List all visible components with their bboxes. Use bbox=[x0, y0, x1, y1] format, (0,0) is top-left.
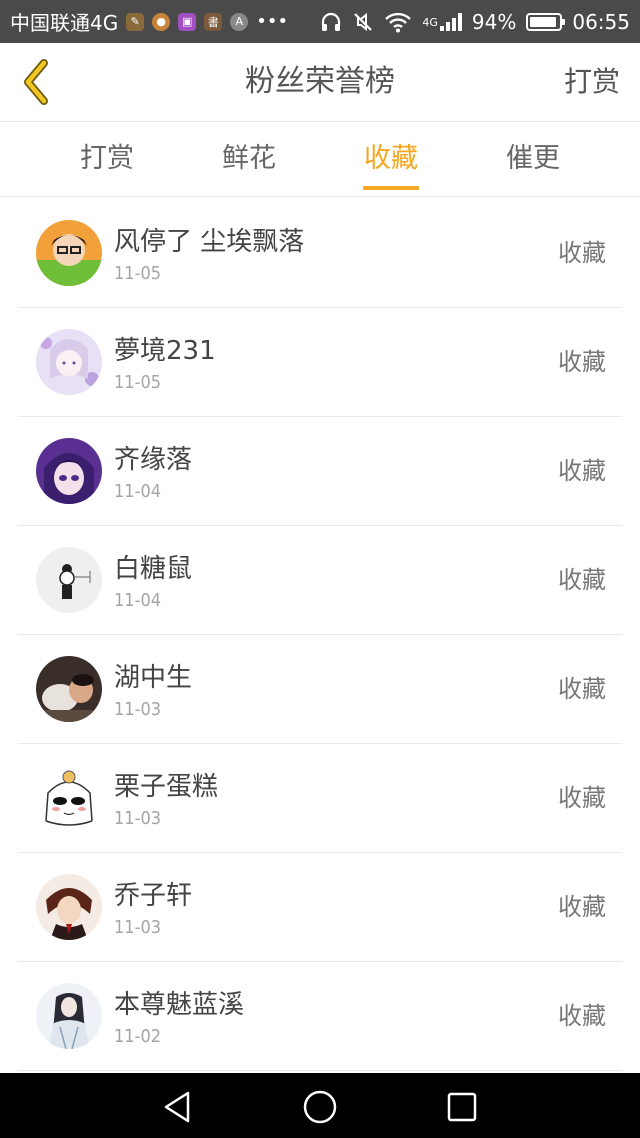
fan-action: 收藏 bbox=[558, 566, 606, 594]
list-item[interactable]: 风停了 尘埃飘落 11-05 收藏 bbox=[18, 199, 622, 308]
reward-button[interactable]: 打赏 bbox=[564, 43, 620, 121]
clock-label: 06:55 bbox=[572, 9, 630, 34]
wifi-icon bbox=[385, 12, 412, 32]
nav-home-button[interactable] bbox=[300, 1087, 340, 1127]
battery-icon bbox=[526, 12, 566, 31]
avatar bbox=[36, 765, 102, 831]
fan-action: 收藏 bbox=[558, 348, 606, 376]
notification-icon: ✎ bbox=[126, 12, 145, 31]
circle-home-icon bbox=[303, 1090, 337, 1124]
fan-list: 风停了 尘埃飘落 11-05 收藏 夢境231 11-05 收藏 齐缘落 11-… bbox=[0, 199, 640, 1071]
headphones-icon bbox=[322, 12, 341, 31]
network-type-label: 4G bbox=[422, 15, 438, 29]
avatar bbox=[36, 983, 102, 1049]
tab-flowers[interactable]: 鲜花 bbox=[178, 122, 320, 196]
list-item[interactable]: 夢境231 11-05 收藏 bbox=[18, 308, 622, 417]
fan-date: 11-04 bbox=[114, 481, 162, 502]
triangle-back-icon bbox=[164, 1091, 190, 1123]
fan-action: 收藏 bbox=[558, 457, 606, 485]
fan-date: 11-05 bbox=[114, 263, 162, 284]
chat-bubble-icon: ● bbox=[152, 12, 171, 31]
fan-name: 齐缘落 bbox=[114, 445, 193, 475]
fan-date: 11-04 bbox=[114, 590, 162, 611]
fan-name: 白糖鼠 bbox=[114, 554, 193, 584]
list-item[interactable]: 乔子轩 11-03 收藏 bbox=[18, 853, 622, 962]
app-icon: ▣ bbox=[178, 12, 197, 31]
active-tab-indicator bbox=[363, 186, 419, 190]
list-item[interactable]: 齐缘落 11-04 收藏 bbox=[18, 417, 622, 526]
fan-name: 风停了 尘埃飘落 bbox=[114, 227, 305, 257]
fan-action: 收藏 bbox=[558, 675, 606, 703]
tab-urge-update[interactable]: 催更 bbox=[462, 122, 604, 196]
avatar bbox=[36, 656, 102, 722]
fan-date: 11-05 bbox=[114, 372, 162, 393]
avatar bbox=[36, 438, 102, 504]
fan-name: 本尊魅蓝溪 bbox=[114, 990, 245, 1020]
list-item[interactable]: 本尊魅蓝溪 11-02 收藏 bbox=[18, 962, 622, 1071]
list-item[interactable]: 湖中生 11-03 收藏 bbox=[18, 635, 622, 744]
nav-back-button[interactable] bbox=[158, 1087, 198, 1127]
tab-favorites[interactable]: 收藏 bbox=[320, 122, 462, 196]
fan-action: 收藏 bbox=[558, 239, 606, 267]
reader-app-icon: 書 bbox=[204, 12, 223, 31]
fan-name: 栗子蛋糕 bbox=[114, 772, 219, 802]
status-bar: 中国联通4G ✎ ● ▣ 書 A ••• 4G 94% 06:55 bbox=[0, 0, 640, 43]
fan-action: 收藏 bbox=[558, 893, 606, 921]
avatar bbox=[36, 220, 102, 286]
avatar bbox=[36, 329, 102, 395]
fan-date: 11-03 bbox=[114, 917, 162, 938]
tab-reward[interactable]: 打赏 bbox=[36, 122, 178, 196]
nav-recents-button[interactable] bbox=[442, 1087, 482, 1127]
fan-action: 收藏 bbox=[558, 784, 606, 812]
system-nav-bar bbox=[0, 1073, 640, 1138]
circle-a-icon: A bbox=[230, 12, 249, 31]
square-recents-icon bbox=[447, 1092, 477, 1122]
battery-percent-label: 94% bbox=[471, 9, 517, 34]
tab-label: 打赏 bbox=[80, 143, 134, 174]
avatar bbox=[36, 874, 102, 940]
tab-label: 收藏 bbox=[364, 143, 418, 174]
fan-date: 11-02 bbox=[114, 1026, 162, 1047]
page-title: 粉丝荣誉榜 bbox=[245, 64, 395, 99]
carrier-label: 中国联通4G bbox=[10, 11, 119, 35]
fan-date: 11-03 bbox=[114, 699, 162, 720]
list-item[interactable]: 白糖鼠 11-04 收藏 bbox=[18, 526, 622, 635]
fan-name: 乔子轩 bbox=[114, 881, 193, 911]
tab-label: 催更 bbox=[506, 143, 560, 174]
mute-icon bbox=[354, 12, 373, 31]
title-bar: 粉丝荣誉榜 打赏 bbox=[0, 43, 640, 122]
fan-name: 夢境231 bbox=[114, 336, 216, 366]
list-item[interactable]: 栗子蛋糕 11-03 收藏 bbox=[18, 744, 622, 853]
fan-date: 11-03 bbox=[114, 808, 162, 829]
signal-icon bbox=[439, 12, 462, 31]
avatar bbox=[36, 547, 102, 613]
fan-action: 收藏 bbox=[558, 1002, 606, 1030]
tab-label: 鲜花 bbox=[222, 143, 276, 174]
fan-name: 湖中生 bbox=[114, 663, 193, 693]
more-notifications-icon: ••• bbox=[256, 11, 289, 32]
tab-bar: 打赏 鲜花 收藏 催更 bbox=[0, 122, 640, 197]
